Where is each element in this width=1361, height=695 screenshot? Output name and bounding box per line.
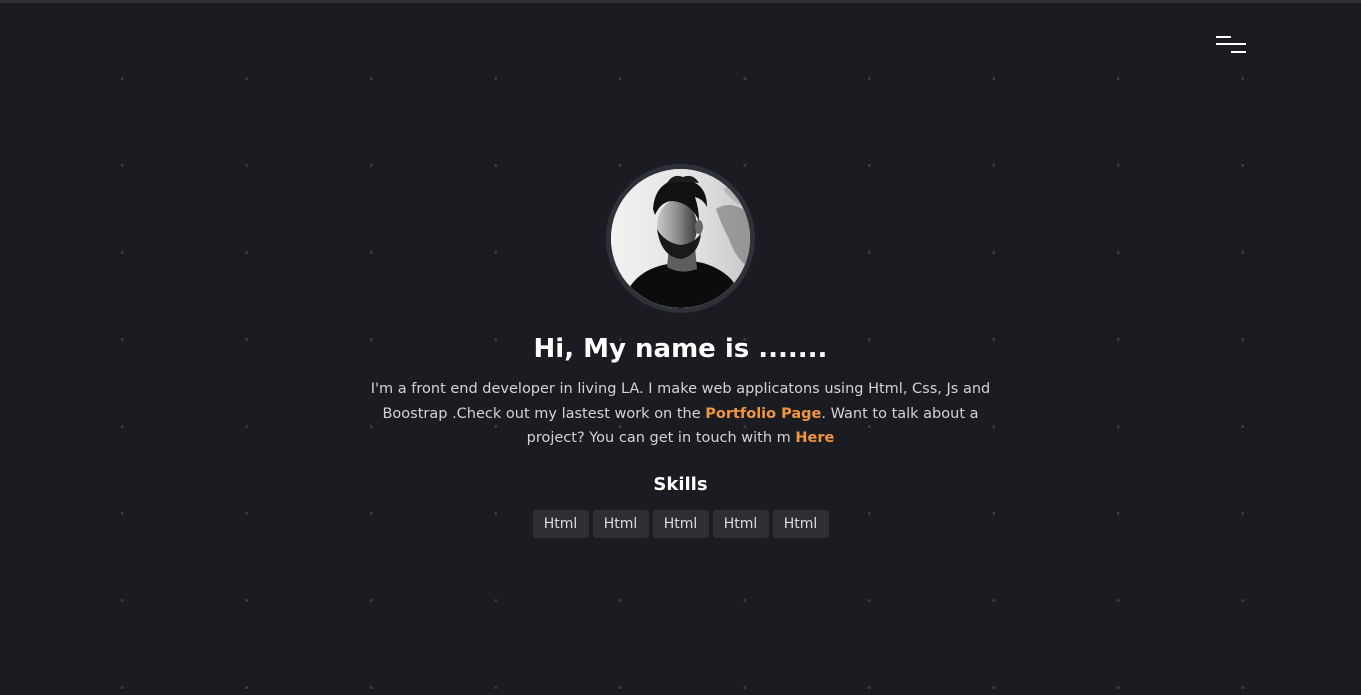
skill-tag: Html <box>652 509 709 538</box>
skill-tag: Html <box>712 509 769 538</box>
menu-bar-bottom <box>1231 51 1246 53</box>
contact-here-link[interactable]: Here <box>795 430 834 446</box>
skills-heading: Skills <box>653 473 708 495</box>
avatar <box>606 164 755 313</box>
menu-bar-top <box>1216 36 1231 38</box>
menu-bar-middle <box>1216 43 1246 45</box>
skill-tag: Html <box>772 509 829 538</box>
hamburger-menu-icon[interactable] <box>1215 34 1247 56</box>
skill-tag: Html <box>592 509 649 538</box>
profile-photo-icon <box>611 169 750 308</box>
portfolio-page-link[interactable]: Portfolio Page <box>705 406 821 422</box>
page-title: Hi, My name is ....... <box>533 334 828 364</box>
skills-list: Html Html Html Html Html <box>0 509 1361 538</box>
hero-section: Hi, My name is ....... I'm a front end d… <box>0 164 1361 538</box>
bio-text: I'm a front end developer in living LA. … <box>371 377 991 451</box>
skill-tag: Html <box>532 509 589 538</box>
top-border <box>0 0 1361 3</box>
